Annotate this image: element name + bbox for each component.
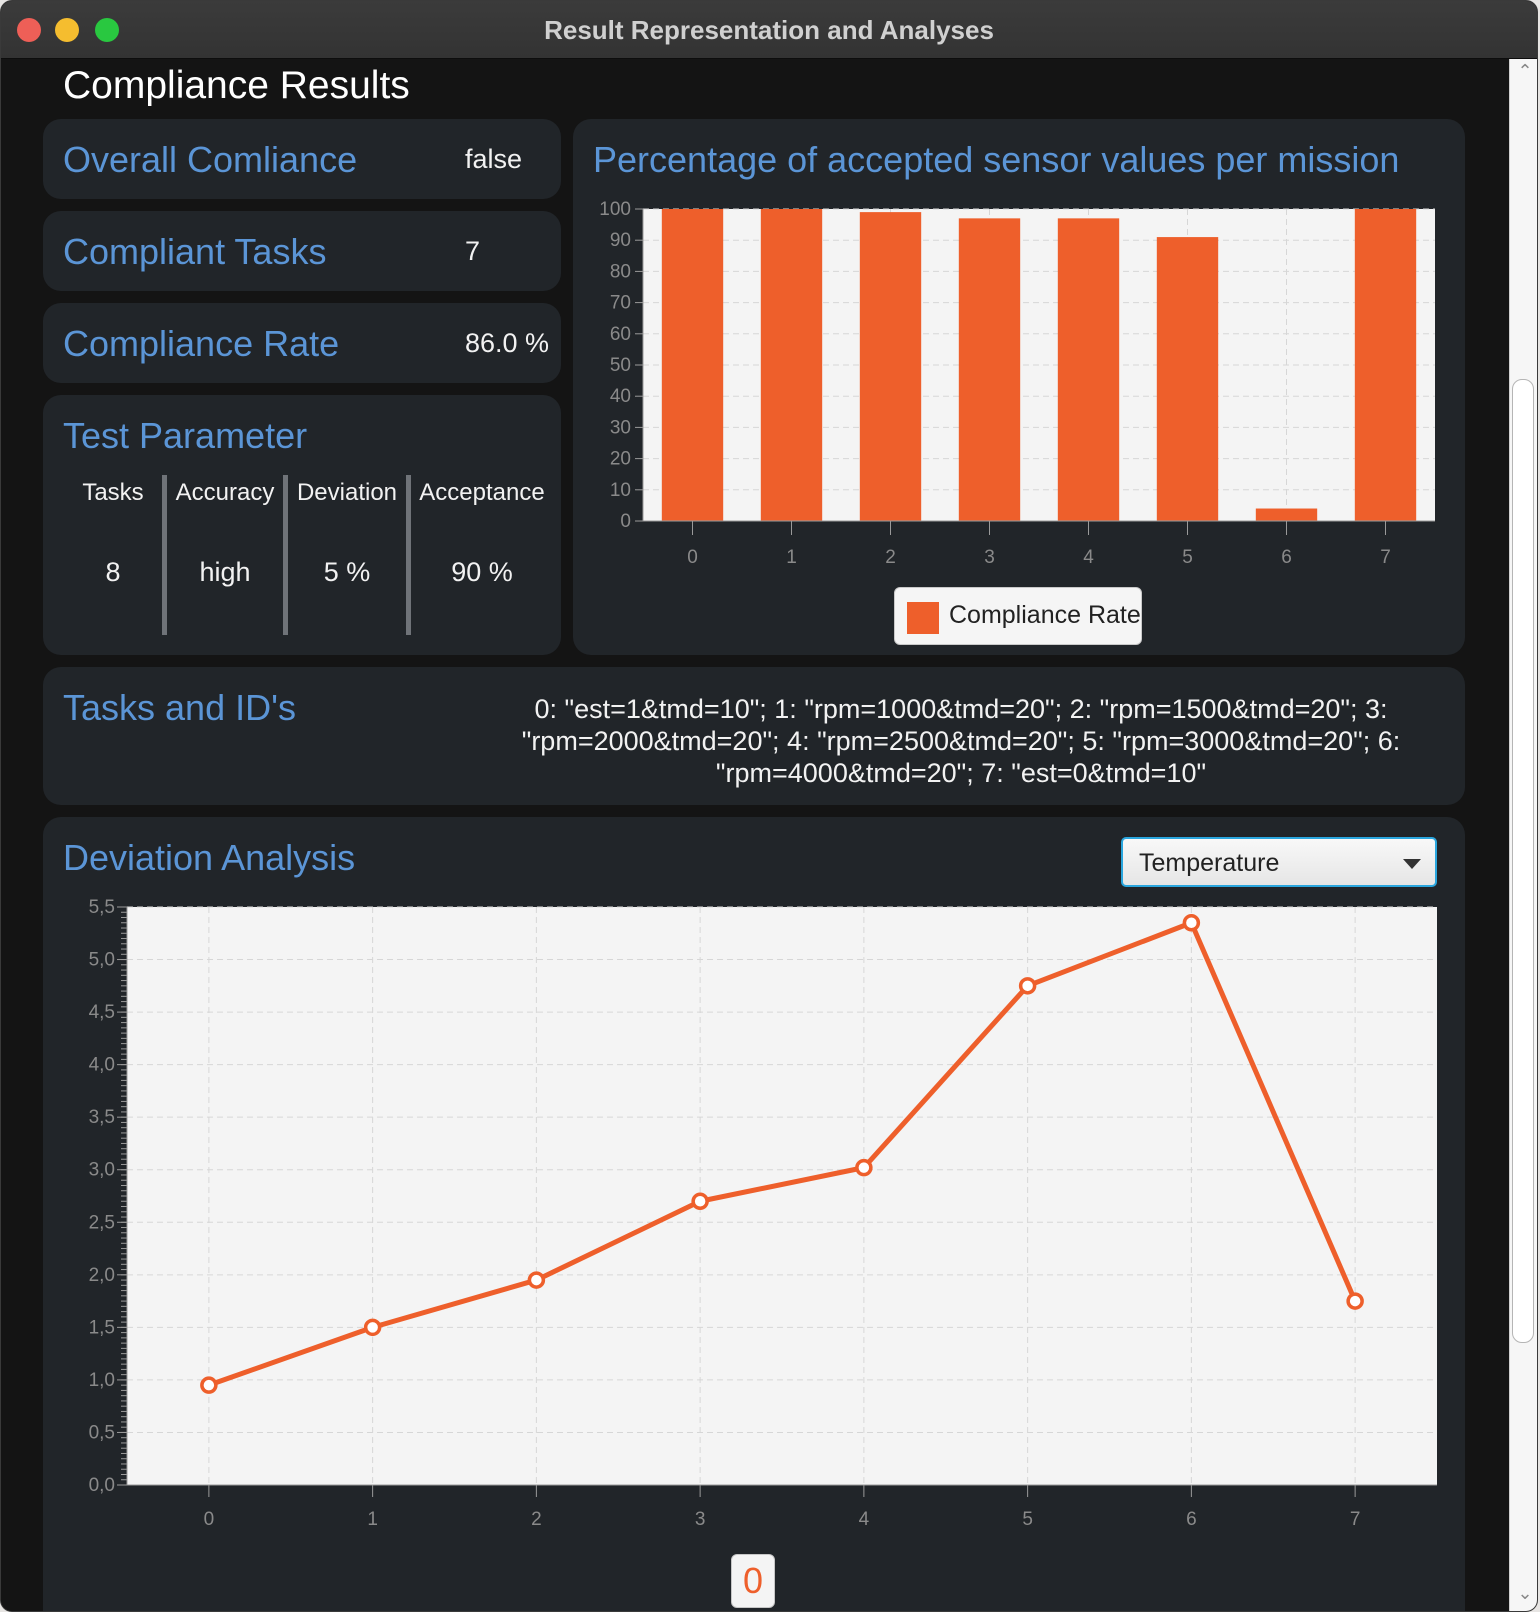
data-point [200, 1376, 218, 1394]
bar [661, 209, 724, 521]
bar-chart: 0 10 20 30 40 50 60 70 80 90 100 0 1 2 3 4 5 6 7 [599, 199, 1435, 568]
x-tick-label: 0 [204, 1509, 215, 1530]
compliance-rate-label: Compliance Rate [63, 323, 340, 364]
compliant-tasks-card: Compliant Tasks 7 [43, 211, 561, 291]
y-tick-label: 3,5 [89, 1107, 115, 1128]
test-parameter-card: Test Parameter [43, 395, 561, 655]
y-tick-label: 60 [610, 324, 631, 345]
compliance-rate-card: Compliance Rate 86.0 % [43, 303, 561, 383]
param-separator [283, 475, 288, 635]
compliant-tasks-label: Compliant Tasks [63, 231, 327, 272]
y-tick-label: 0 [620, 511, 631, 532]
y-tick-label: 0,0 [89, 1475, 115, 1496]
y-tick-label: 1,0 [89, 1370, 115, 1391]
bar [760, 209, 823, 521]
overall-compliance-card: Overall Comliance false [43, 119, 561, 199]
param-value-tasks: 8 [105, 557, 121, 587]
bar [1057, 218, 1120, 522]
data-point [527, 1271, 546, 1289]
bar [1156, 237, 1219, 521]
plot-background [127, 907, 1437, 1485]
deviation-analysis-title: Deviation Analysis [63, 837, 356, 878]
x-tick-label: 2 [531, 1509, 542, 1530]
x-tick-label: 1 [367, 1509, 378, 1530]
x-tick-label: 0 [687, 547, 698, 568]
x-tick-label: 3 [984, 547, 995, 568]
x-tick-label: 5 [1182, 547, 1193, 568]
data-point [1182, 914, 1201, 932]
scroll-up-icon[interactable]: ⌃ [1513, 61, 1537, 82]
data-point [1346, 1292, 1364, 1310]
param-header-tasks: Tasks [82, 479, 144, 506]
param-header-acceptance: Acceptance [419, 479, 545, 506]
param-value-acceptance: 90 % [451, 557, 513, 587]
param-separator [406, 475, 411, 635]
param-value-accuracy: high [199, 557, 251, 587]
legend-label: Compliance Rate [949, 601, 1141, 629]
y-tick-label: 40 [610, 386, 631, 407]
overall-compliance-value: false [465, 144, 523, 174]
y-tick-label: 3,0 [89, 1160, 115, 1181]
window-title: Result Representation and Analyses [544, 15, 994, 45]
x-tick-label: 6 [1281, 547, 1292, 568]
data-point [855, 1158, 873, 1177]
title-bar: Result Representation and Analyses [1, 1, 1537, 59]
x-tick-label: 4 [859, 1509, 870, 1530]
y-tick-label: 1,5 [89, 1317, 115, 1338]
app-window: Result Representation and Analyses Compl… [0, 0, 1538, 1612]
y-tick-label: 4,0 [89, 1055, 115, 1076]
page-button[interactable]: 0 [731, 1554, 775, 1608]
tasks-ids-title: Tasks and ID's [63, 687, 296, 728]
y-tick-label: 10 [610, 480, 631, 501]
y-tick-label: 4,5 [89, 1002, 115, 1023]
y-tick-label: 2,5 [89, 1212, 115, 1233]
scrollbar-thumb[interactable] [1512, 379, 1534, 1343]
y-tick-label: 20 [610, 449, 631, 470]
y-tick-label: 0,5 [89, 1422, 115, 1443]
y-tick-label: 5,0 [89, 950, 115, 971]
y-tick-label: 100 [599, 199, 631, 220]
x-tick-label: 1 [786, 547, 797, 568]
legend-swatch [907, 602, 939, 634]
compliance-rate-value: 86.0 % [465, 328, 550, 358]
y-tick-label: 5,5 [89, 897, 115, 918]
param-separator [162, 475, 167, 635]
tasks-ids-text: 0: "est=1&tmd=10"; 1: "rpm=1000&tmd=20";… [521, 694, 1401, 788]
overall-compliance-label: Overall Comliance [63, 139, 358, 180]
x-tick-label: 7 [1380, 547, 1391, 568]
scroll-down-icon[interactable]: ⌄ [1513, 1583, 1537, 1604]
bar [958, 218, 1021, 522]
data-point [363, 1318, 382, 1337]
sensor-select[interactable]: Temperature [1121, 837, 1437, 887]
y-tick-label: 50 [610, 355, 631, 376]
y-tick-label: 80 [610, 261, 631, 282]
y-tick-label: 90 [610, 230, 631, 251]
bar [859, 212, 922, 521]
data-point [1018, 977, 1037, 995]
bar [1255, 508, 1318, 521]
bar-chart-legend: Compliance Rate [894, 587, 1142, 645]
data-point [691, 1192, 709, 1211]
bar-chart-title: Percentage of accepted sensor values per… [593, 139, 1400, 180]
bar [1354, 209, 1417, 521]
y-tick-label: 30 [610, 417, 631, 438]
compliant-tasks-value: 7 [465, 236, 481, 266]
x-tick-label: 7 [1350, 1509, 1361, 1530]
y-tick-label: 2,0 [89, 1265, 115, 1286]
x-tick-label: 3 [695, 1509, 706, 1530]
chevron-down-icon [1403, 859, 1421, 869]
line-chart: 0,0 0,5 1,0 1,5 2,0 2,5 3,0 3,5 4,0 4,5 5,0 5,5 0 1 2 3… [89, 897, 1437, 1530]
x-tick-label: 6 [1186, 1509, 1197, 1530]
param-value-deviation: 5 % [323, 557, 371, 587]
param-header-accuracy: Accuracy [175, 479, 275, 506]
sensor-select-value: Temperature [1139, 849, 1280, 877]
test-parameter-title: Test Parameter [63, 415, 308, 456]
x-tick-label: 2 [885, 547, 896, 568]
y-tick-label: 70 [610, 293, 631, 314]
param-header-deviation: Deviation [296, 479, 398, 506]
x-tick-label: 5 [1022, 1509, 1033, 1530]
page-title: Compliance Results [63, 64, 410, 107]
x-tick-label: 4 [1083, 547, 1094, 568]
